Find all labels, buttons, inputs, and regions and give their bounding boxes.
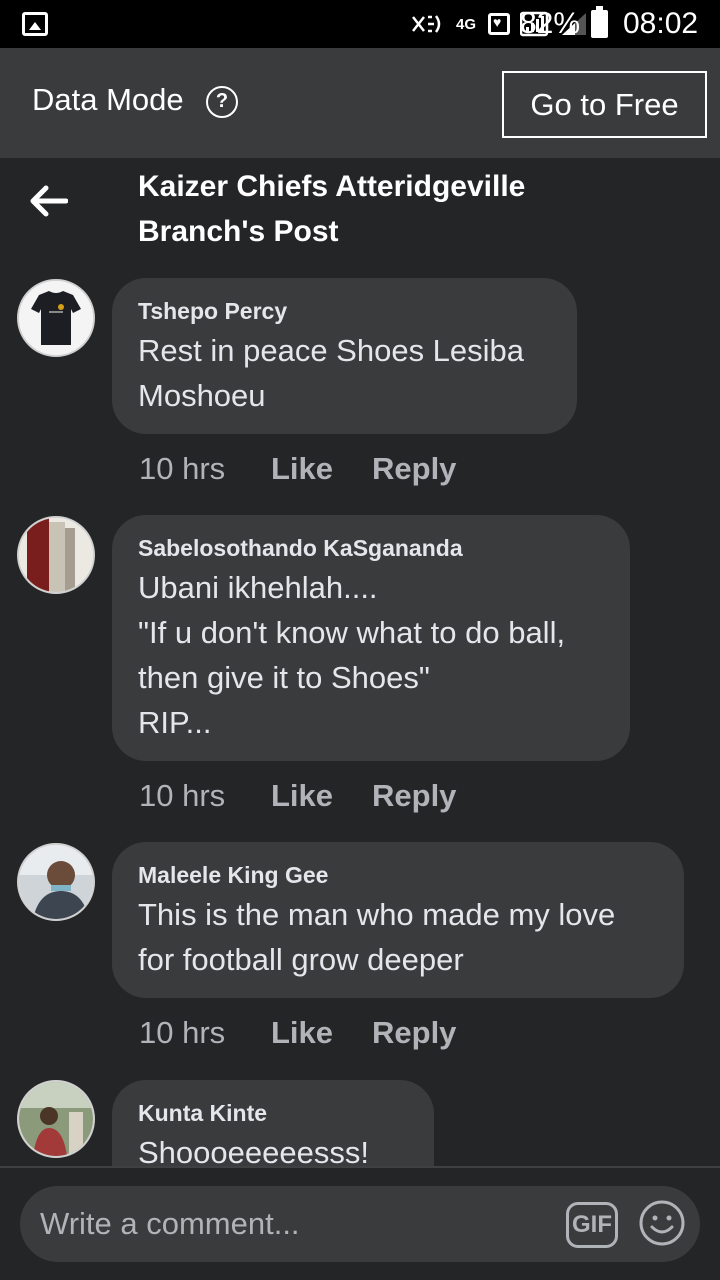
clock: 08:02 <box>623 7 699 40</box>
comment-time: 10 hrs <box>139 451 226 486</box>
comment-bubble[interactable]: Kunta Kinte Shoooeeeeesss! <box>112 1080 434 1166</box>
divider <box>0 1166 720 1168</box>
gallery-icon <box>22 12 48 36</box>
comment-clip: Kunta Kinte Shoooeeeeesss! <box>0 1078 720 1166</box>
person-avatar-icon <box>19 845 93 919</box>
like-button[interactable]: Like <box>271 451 372 487</box>
reply-button[interactable]: Reply <box>372 451 456 487</box>
comment-input[interactable]: Write a comment... <box>40 1202 300 1246</box>
nfc-icon <box>412 15 441 33</box>
comment-actions: 10 hrs Like Reply <box>139 776 456 816</box>
comment-text: Shoooeeeeesss! <box>138 1135 369 1166</box>
jersey-avatar-icon <box>19 281 93 355</box>
like-button[interactable]: Like <box>271 1015 372 1051</box>
reply-button[interactable]: Reply <box>372 1015 456 1051</box>
go-to-free-button[interactable]: Go to Free <box>502 71 707 138</box>
comment-author[interactable]: Kunta Kinte <box>138 1096 408 1130</box>
like-button[interactable]: Like <box>271 778 372 814</box>
gif-icon[interactable]: GIF <box>566 1202 618 1248</box>
person-avatar-icon <box>19 518 93 592</box>
network-type: 4G <box>455 15 476 33</box>
avatar[interactable] <box>17 279 95 357</box>
battery-icon <box>591 6 608 38</box>
page-title: Kaizer Chiefs Atteridgeville Branch's Po… <box>138 170 526 248</box>
comment-time: 10 hrs <box>139 1015 226 1050</box>
comment-time: 10 hrs <box>139 778 226 813</box>
heart-notification-icon <box>488 13 510 35</box>
battery-percentage: 82% <box>520 7 581 40</box>
comment-text: Rest in peace Shoes Lesiba Moshoeu <box>138 333 525 413</box>
status-bar: 4G 82% 08:02 <box>0 0 720 48</box>
comment-author[interactable]: Maleele King Gee <box>138 858 658 892</box>
comment-text: Ubani ikhehlah.... "If u don't know what… <box>138 570 566 740</box>
data-mode-label: Data Mode <box>32 82 184 117</box>
emoji-icon[interactable] <box>638 1199 686 1247</box>
avatar[interactable] <box>17 843 95 921</box>
comment-composer[interactable]: Write a comment... GIF <box>20 1186 700 1262</box>
avatar[interactable] <box>17 516 95 594</box>
comment-bubble[interactable]: Sabelosothando KaSgananda Ubani ikhehlah… <box>112 515 630 761</box>
comment-bubble[interactable]: Tshepo Percy Rest in peace Shoes Lesiba … <box>112 278 577 434</box>
comment-text: This is the man who made my love for foo… <box>138 897 616 977</box>
comment-actions: 10 hrs Like Reply <box>139 1013 456 1053</box>
back-arrow-icon[interactable] <box>28 184 68 218</box>
comment-actions: 10 hrs Like Reply <box>139 449 456 489</box>
help-icon[interactable]: ? <box>206 86 238 118</box>
comment-author[interactable]: Tshepo Percy <box>138 294 551 328</box>
comment-author[interactable]: Sabelosothando KaSgananda <box>138 531 604 565</box>
reply-button[interactable]: Reply <box>372 778 456 814</box>
comment-bubble[interactable]: Maleele King Gee This is the man who mad… <box>112 842 684 998</box>
